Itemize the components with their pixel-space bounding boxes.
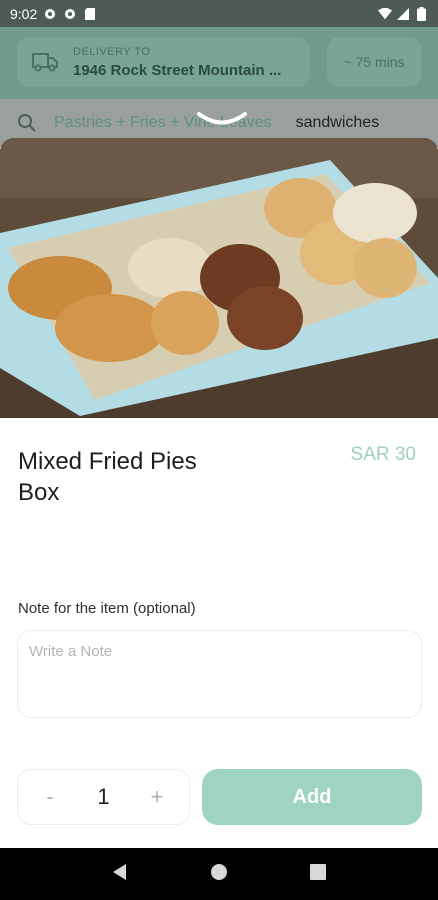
status-time: 9:02: [10, 5, 38, 22]
delivery-address: 1946 Rock Street Mountain ...: [73, 61, 282, 79]
note-input[interactable]: Write a Note: [17, 630, 422, 718]
sd-card-icon: [83, 7, 97, 21]
delivery-address-card[interactable]: DELIVERY TO 1946 Rock Street Mountain ..…: [17, 37, 310, 87]
note-label: Note for the item (optional): [18, 600, 196, 617]
delivery-text: DELIVERY TO 1946 Rock Street Mountain ..…: [73, 46, 303, 79]
delivery-label: DELIVERY TO: [73, 45, 151, 58]
quantity-value: 1: [97, 784, 110, 809]
product-name: Mixed Fried Pies Box: [18, 448, 197, 506]
signal-icon: [396, 7, 410, 21]
product-detail-sheet: Mixed Fried Pies Box SAR 30 Note for the…: [0, 418, 438, 848]
product-photo: [0, 138, 438, 418]
status-left: 9:02: [10, 6, 97, 22]
settings-icon: [63, 7, 77, 21]
home-icon[interactable]: [210, 863, 228, 886]
add-to-cart-button[interactable]: Add: [202, 769, 422, 825]
wifi-icon: [378, 7, 392, 21]
add-button-label: Add: [292, 785, 332, 808]
delivery-time: ~ 75 mins: [343, 54, 405, 70]
delivery-header: DELIVERY TO 1946 Rock Street Mountain ..…: [0, 27, 438, 99]
note-placeholder: Write a Note: [29, 643, 113, 660]
product-image: [0, 138, 438, 418]
increase-quantity-button[interactable]: +: [147, 784, 167, 810]
search-icon[interactable]: [0, 113, 54, 133]
delivery-time-badge: ~ 75 mins: [327, 37, 421, 87]
collapse-chevron-icon[interactable]: [195, 111, 249, 127]
product-price: SAR 30: [350, 444, 416, 465]
back-icon[interactable]: [111, 863, 129, 886]
system-nav-bar: [0, 848, 438, 900]
battery-icon: [414, 6, 428, 21]
truck-icon: [17, 37, 73, 87]
status-bar: 9:02: [0, 0, 438, 27]
status-right: [378, 6, 428, 21]
recents-icon[interactable]: [309, 863, 327, 886]
settings-icon: [43, 7, 57, 21]
decrease-quantity-button[interactable]: -: [40, 784, 60, 810]
quantity-stepper: - 1 +: [17, 769, 190, 825]
tab-sandwiches[interactable]: sandwiches: [296, 114, 380, 132]
